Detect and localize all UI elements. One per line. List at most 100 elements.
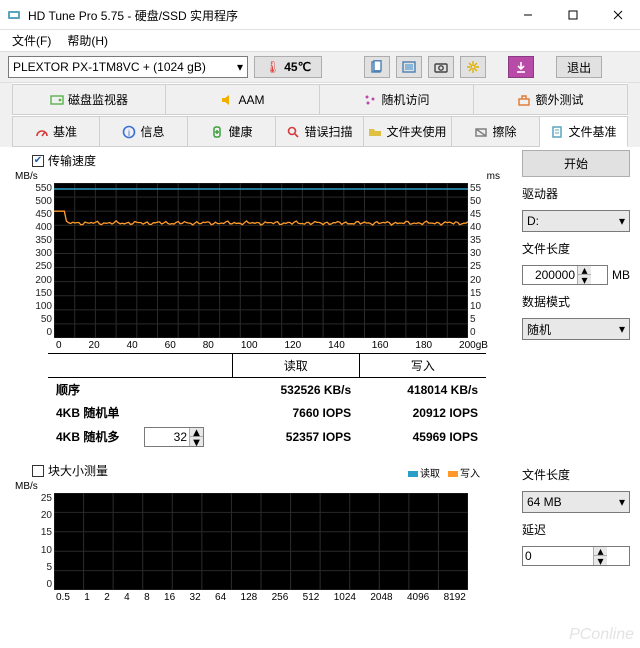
close-button[interactable] bbox=[595, 0, 640, 29]
transfer-speed-checkbox[interactable]: ✔ bbox=[32, 155, 44, 167]
menu-help[interactable]: 帮助(H) bbox=[59, 30, 116, 51]
exit-label: 退出 bbox=[567, 59, 591, 76]
queue-depth-spinner[interactable]: ▴▾ bbox=[144, 427, 204, 447]
blocksize-label: 块大小测量 bbox=[48, 462, 108, 479]
tab-random-access[interactable]: 随机访问 bbox=[320, 84, 474, 115]
minimize-button[interactable] bbox=[505, 0, 550, 29]
copy-screenshot-button[interactable] bbox=[396, 56, 422, 78]
tab-health[interactable]: 健康 bbox=[188, 116, 276, 147]
y-axis-left: 550500450400350300250200150100500 bbox=[34, 183, 54, 338]
svg-text:i: i bbox=[128, 128, 130, 138]
results-table: 读取 写入 顺序 532526 KB/s 418014 KB/s 4KB 随机单… bbox=[48, 353, 486, 450]
tab-aam[interactable]: AAM bbox=[166, 84, 320, 115]
file-length-unit: MB bbox=[612, 268, 630, 282]
legend-write-swatch bbox=[448, 471, 458, 477]
x-axis-2: 0.512481632641282565121024204840968192 bbox=[56, 590, 466, 603]
health-icon bbox=[210, 125, 224, 139]
menu-file[interactable]: 文件(F) bbox=[4, 30, 59, 51]
temperature-indicator[interactable]: 🌡 45℃ bbox=[254, 56, 322, 78]
file-length-spinner[interactable]: ▴▾ bbox=[522, 265, 608, 285]
save-button[interactable] bbox=[508, 56, 534, 78]
gauge-icon bbox=[35, 125, 49, 139]
exit-button[interactable]: 退出 bbox=[556, 56, 602, 78]
row-4kb-single-write: 20912 IOPS bbox=[359, 401, 486, 424]
chevron-down-icon: ▾ bbox=[619, 322, 625, 336]
folder-icon bbox=[368, 125, 382, 139]
thermometer-icon: 🌡 bbox=[265, 60, 280, 74]
blocksize-chart: MB/s 2520151050 0.5124816326412825651210… bbox=[12, 481, 510, 599]
chevron-down-icon: ▾ bbox=[619, 214, 625, 228]
tab-file-benchmark[interactable]: 文件基准 bbox=[540, 116, 628, 147]
tab-benchmark[interactable]: 基准 bbox=[12, 116, 100, 147]
row-4kb-single-read: 7660 IOPS bbox=[232, 401, 359, 424]
disk-monitor-icon bbox=[50, 93, 64, 107]
tab-erase[interactable]: 擦除 bbox=[452, 116, 540, 147]
start-button[interactable]: 开始 bbox=[522, 150, 630, 177]
extra-tests-icon bbox=[517, 93, 531, 107]
side-panel: 开始 驱动器 D:▾ 文件长度 ▴▾ MB 数据模式 随机▾ 文件长度 64 M… bbox=[522, 150, 630, 638]
row-4kb-multi-write: 45969 IOPS bbox=[359, 424, 486, 450]
y-axis-left-2: 2520151050 bbox=[34, 493, 54, 590]
toolbar: PLEXTOR PX-1TM8VC + (1024 gB) ▾ 🌡 45℃ 退出 bbox=[0, 52, 640, 83]
spinner-down-icon[interactable]: ▾ bbox=[578, 275, 591, 284]
file-benchmark-icon bbox=[550, 125, 564, 139]
spinner-down-icon[interactable]: ▾ bbox=[190, 437, 203, 446]
random-icon bbox=[363, 93, 377, 107]
spinner-down-icon[interactable]: ▾ bbox=[594, 556, 607, 565]
erase-icon bbox=[474, 125, 488, 139]
y-unit: MB/s bbox=[15, 171, 38, 182]
chart1-svg bbox=[54, 183, 468, 338]
magnifier-icon bbox=[286, 125, 300, 139]
r-unit: ms bbox=[487, 171, 500, 182]
data-mode-label: 数据模式 bbox=[522, 293, 630, 310]
drive-label: 驱动器 bbox=[522, 185, 630, 202]
tab-folder-usage[interactable]: 文件夹使用 bbox=[364, 116, 452, 147]
drive-select[interactable]: PLEXTOR PX-1TM8VC + (1024 gB) ▾ bbox=[8, 56, 248, 78]
tab-info[interactable]: i信息 bbox=[100, 116, 188, 147]
file-length2-label: 文件长度 bbox=[522, 466, 630, 483]
blocksize-checkbox[interactable] bbox=[32, 465, 44, 477]
transfer-speed-label: 传输速度 bbox=[48, 152, 96, 169]
chevron-down-icon: ▾ bbox=[619, 495, 625, 509]
file-length-input[interactable] bbox=[523, 268, 577, 282]
row-sequential-label: 顺序 bbox=[48, 378, 232, 402]
delay-input[interactable] bbox=[523, 549, 593, 563]
copy-info-button[interactable] bbox=[364, 56, 390, 78]
row-4kb-multi-label: 4KB 随机多 bbox=[56, 430, 119, 444]
options-button[interactable] bbox=[460, 56, 486, 78]
drive-select-value: PLEXTOR PX-1TM8VC + (1024 gB) bbox=[13, 60, 206, 74]
transfer-speed-chart: MB/s ms 55050045040035030025020015010050… bbox=[12, 171, 510, 347]
row-4kb-single-label: 4KB 随机单 bbox=[48, 401, 232, 424]
x-axis-1: 020406080100120140160180200gB bbox=[56, 338, 488, 351]
y-axis-right: 5550454035302520151050 bbox=[468, 183, 488, 338]
content-pane: ✔ 传输速度 MB/s ms 5505004504003503002502001… bbox=[0, 147, 640, 646]
chart2-svg bbox=[54, 493, 468, 590]
file-length-label: 文件长度 bbox=[522, 240, 630, 257]
speaker-icon bbox=[220, 93, 234, 107]
tab-error-scan[interactable]: 错误扫描 bbox=[276, 116, 364, 147]
data-mode-select[interactable]: 随机▾ bbox=[522, 318, 630, 340]
file-length2-select[interactable]: 64 MB▾ bbox=[522, 491, 630, 513]
screenshot-button[interactable] bbox=[428, 56, 454, 78]
legend-read-swatch bbox=[408, 471, 418, 477]
maximize-button[interactable] bbox=[550, 0, 595, 29]
row-sequential-read: 532526 KB/s bbox=[232, 378, 359, 402]
window-title: HD Tune Pro 5.75 - 硬盘/SSD 实用程序 bbox=[28, 6, 505, 24]
tab-disk-monitor[interactable]: 磁盘监视器 bbox=[12, 84, 166, 115]
chevron-down-icon: ▾ bbox=[237, 60, 243, 74]
info-icon: i bbox=[122, 125, 136, 139]
tab-extra-tests[interactable]: 额外测试 bbox=[474, 84, 628, 115]
temperature-value: 45℃ bbox=[284, 60, 311, 74]
delay-label: 延迟 bbox=[522, 521, 630, 538]
tab-row-upper: 磁盘监视器 AAM 随机访问 额外测试 bbox=[12, 83, 628, 115]
title-bar: HD Tune Pro 5.75 - 硬盘/SSD 实用程序 bbox=[0, 0, 640, 30]
tab-row-lower: 基准 i信息 健康 错误扫描 文件夹使用 擦除 文件基准 bbox=[12, 115, 628, 147]
row-sequential-write: 418014 KB/s bbox=[359, 378, 486, 402]
read-header: 读取 bbox=[232, 354, 359, 378]
queue-depth-input[interactable] bbox=[145, 430, 189, 444]
delay-spinner[interactable]: ▴▾ bbox=[522, 546, 630, 566]
write-header: 写入 bbox=[359, 354, 486, 378]
row-4kb-multi-read: 52357 IOPS bbox=[232, 424, 359, 450]
menu-bar: 文件(F) 帮助(H) bbox=[0, 30, 640, 52]
drive-partition-select[interactable]: D:▾ bbox=[522, 210, 630, 232]
